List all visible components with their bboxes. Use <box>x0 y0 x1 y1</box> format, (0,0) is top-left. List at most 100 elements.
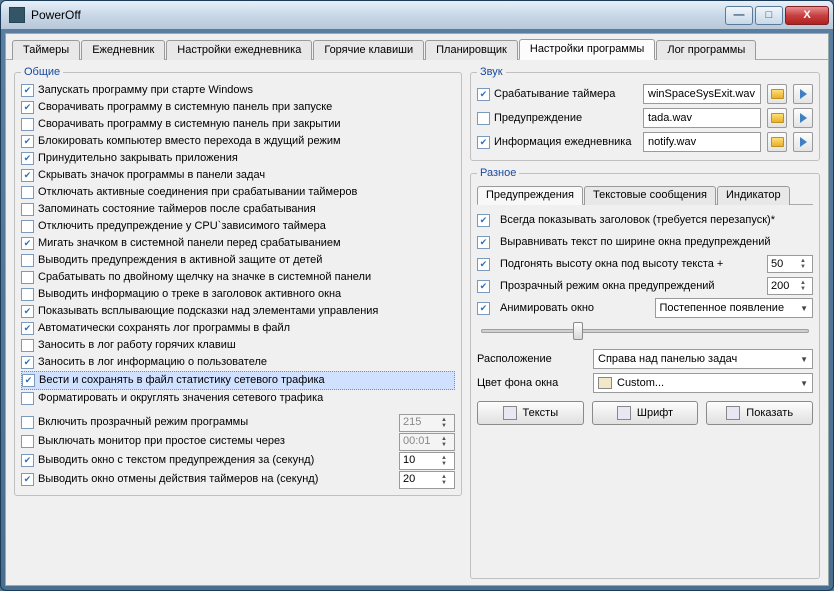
checkbox[interactable] <box>21 356 34 369</box>
spin-input[interactable]: 200▲▼ <box>767 277 813 295</box>
sound-file-input[interactable]: tada.wav <box>643 108 761 128</box>
sound-label: Срабатывание таймера <box>494 88 615 100</box>
folder-icon <box>771 137 784 147</box>
checkbox[interactable] <box>477 258 490 271</box>
general-option-9[interactable]: Мигать значком в системной панели перед … <box>21 235 455 252</box>
checkbox[interactable] <box>21 169 34 182</box>
checkbox[interactable] <box>21 220 34 233</box>
sound-row-1: Предупреждениеtada.wav <box>477 106 813 130</box>
general-option-13[interactable]: Показывать всплывающие подсказки над эле… <box>21 303 455 320</box>
option-label: Срабатывать по двойному щелчку на значке… <box>38 269 371 286</box>
tab-2[interactable]: Настройки ежедневника <box>166 40 312 60</box>
close-button[interactable]: X <box>785 6 829 25</box>
checkbox[interactable] <box>477 280 490 293</box>
position-combo[interactable]: Справа над панелью задач ▼ <box>593 349 813 369</box>
sound-row-2: Информация ежедневникаnotify.wav <box>477 130 813 154</box>
checkbox[interactable] <box>21 118 34 131</box>
checkbox[interactable] <box>21 322 34 335</box>
minimize-button[interactable]: — <box>725 6 753 25</box>
sound-file-input[interactable]: winSpaceSysExit.wav <box>643 84 761 104</box>
misc-tab-0[interactable]: Предупреждения <box>477 186 583 205</box>
checkbox[interactable] <box>21 254 34 267</box>
checkbox[interactable] <box>21 416 34 429</box>
general-option-10[interactable]: Выводить предупреждения в активной защит… <box>21 252 455 269</box>
general-option-18[interactable]: Форматировать и округлять значения сетев… <box>21 390 455 407</box>
checkbox[interactable] <box>22 374 35 387</box>
checkbox[interactable] <box>21 435 34 448</box>
general-option-12[interactable]: Выводить информацию о треке в заголовок … <box>21 286 455 303</box>
browse-button[interactable] <box>767 84 787 104</box>
general-option-1[interactable]: Сворачивать программу в системную панель… <box>21 99 455 116</box>
bgcolor-combo[interactable]: Custom... ▼ <box>593 373 813 393</box>
checkbox[interactable] <box>21 186 34 199</box>
group-general-title: Общие <box>21 66 63 78</box>
checkbox[interactable] <box>21 237 34 250</box>
misc-tab-1[interactable]: Текстовые сообщения <box>584 186 716 205</box>
tab-1[interactable]: Ежедневник <box>81 40 165 60</box>
general-option-0[interactable]: Запускать программу при старте Windows <box>21 82 455 99</box>
group-sound: Звук Срабатывание таймераwinSpaceSysExit… <box>470 66 820 161</box>
show-button[interactable]: Показать <box>706 401 813 425</box>
general-option-8[interactable]: Отключить предупреждение у CPU`зависимог… <box>21 218 455 235</box>
checkbox[interactable] <box>477 236 490 249</box>
play-button[interactable] <box>793 84 813 104</box>
general-option-11[interactable]: Срабатывать по двойному щелчку на значке… <box>21 269 455 286</box>
general-option-4[interactable]: Принудительно закрывать приложения <box>21 150 455 167</box>
checkbox[interactable] <box>477 136 490 149</box>
general-option-6[interactable]: Отключать активные соединения при срабат… <box>21 184 455 201</box>
tab-4[interactable]: Планировщик <box>425 40 518 60</box>
checkbox[interactable] <box>21 101 34 114</box>
opacity-slider[interactable] <box>481 329 809 333</box>
checkbox[interactable] <box>477 88 490 101</box>
anim-combo[interactable]: Постепенное появление▼ <box>655 298 814 318</box>
checkbox[interactable] <box>477 214 490 227</box>
option-label: Включить прозрачный режим программы <box>38 414 248 431</box>
browse-button[interactable] <box>767 132 787 152</box>
checkbox[interactable] <box>21 392 34 405</box>
tab-6[interactable]: Лог программы <box>656 40 756 60</box>
option-label: Выравнивать текст по ширине окна предупр… <box>500 236 813 248</box>
option-label: Отключить предупреждение у CPU`зависимог… <box>38 218 326 235</box>
checkbox[interactable] <box>21 288 34 301</box>
checkbox[interactable] <box>21 305 34 318</box>
checkbox[interactable] <box>21 152 34 165</box>
general-option-17[interactable]: Вести и сохранять в файл статистику сете… <box>21 371 455 390</box>
tab-0[interactable]: Таймеры <box>12 40 80 60</box>
play-button[interactable] <box>793 108 813 128</box>
general-option-3[interactable]: Блокировать компьютер вместо перехода в … <box>21 133 455 150</box>
option-label: Выводить информацию о треке в заголовок … <box>38 286 341 303</box>
browse-button[interactable] <box>767 108 787 128</box>
general-option-16[interactable]: Заносить в лог информацию о пользователе <box>21 354 455 371</box>
option-label: Запоминать состояние таймеров после сраб… <box>38 201 316 218</box>
titlebar[interactable]: PowerOff — □ X <box>1 1 833 29</box>
general-option-14[interactable]: Автоматически сохранять лог программы в … <box>21 320 455 337</box>
spin-input[interactable]: 20▲▼ <box>399 471 455 489</box>
general-option-7[interactable]: Запоминать состояние таймеров после сраб… <box>21 201 455 218</box>
spin-input[interactable]: 10▲▼ <box>399 452 455 470</box>
tab-3[interactable]: Горячие клавиши <box>313 40 424 60</box>
checkbox[interactable] <box>21 339 34 352</box>
sound-file-input[interactable]: notify.wav <box>643 132 761 152</box>
checkbox[interactable] <box>477 302 490 315</box>
checkbox[interactable] <box>21 454 34 467</box>
play-button[interactable] <box>793 132 813 152</box>
general-option-15[interactable]: Заносить в лог работу горячих клавиш <box>21 337 455 354</box>
option-label: Вести и сохранять в файл статистику сете… <box>39 372 325 389</box>
checkbox[interactable] <box>21 203 34 216</box>
extra-options-list: Включить прозрачный режим программы215▲▼… <box>21 413 455 489</box>
general-option-5[interactable]: Скрывать значок программы в панели задач <box>21 167 455 184</box>
checkbox[interactable] <box>477 112 490 125</box>
texts-button[interactable]: Тексты <box>477 401 584 425</box>
font-button[interactable]: Шрифт <box>592 401 699 425</box>
slider-thumb[interactable] <box>573 322 583 340</box>
misc-tab-2[interactable]: Индикатор <box>717 186 790 205</box>
checkbox[interactable] <box>21 473 34 486</box>
general-option-2[interactable]: Сворачивать программу в системную панель… <box>21 116 455 133</box>
tab-5[interactable]: Настройки программы <box>519 39 655 60</box>
spin-input[interactable]: 50▲▼ <box>767 255 813 273</box>
maximize-button[interactable]: □ <box>755 6 783 25</box>
checkbox[interactable] <box>21 271 34 284</box>
group-misc: Разное ПредупрежденияТекстовые сообщения… <box>470 167 820 579</box>
checkbox[interactable] <box>21 84 34 97</box>
checkbox[interactable] <box>21 135 34 148</box>
